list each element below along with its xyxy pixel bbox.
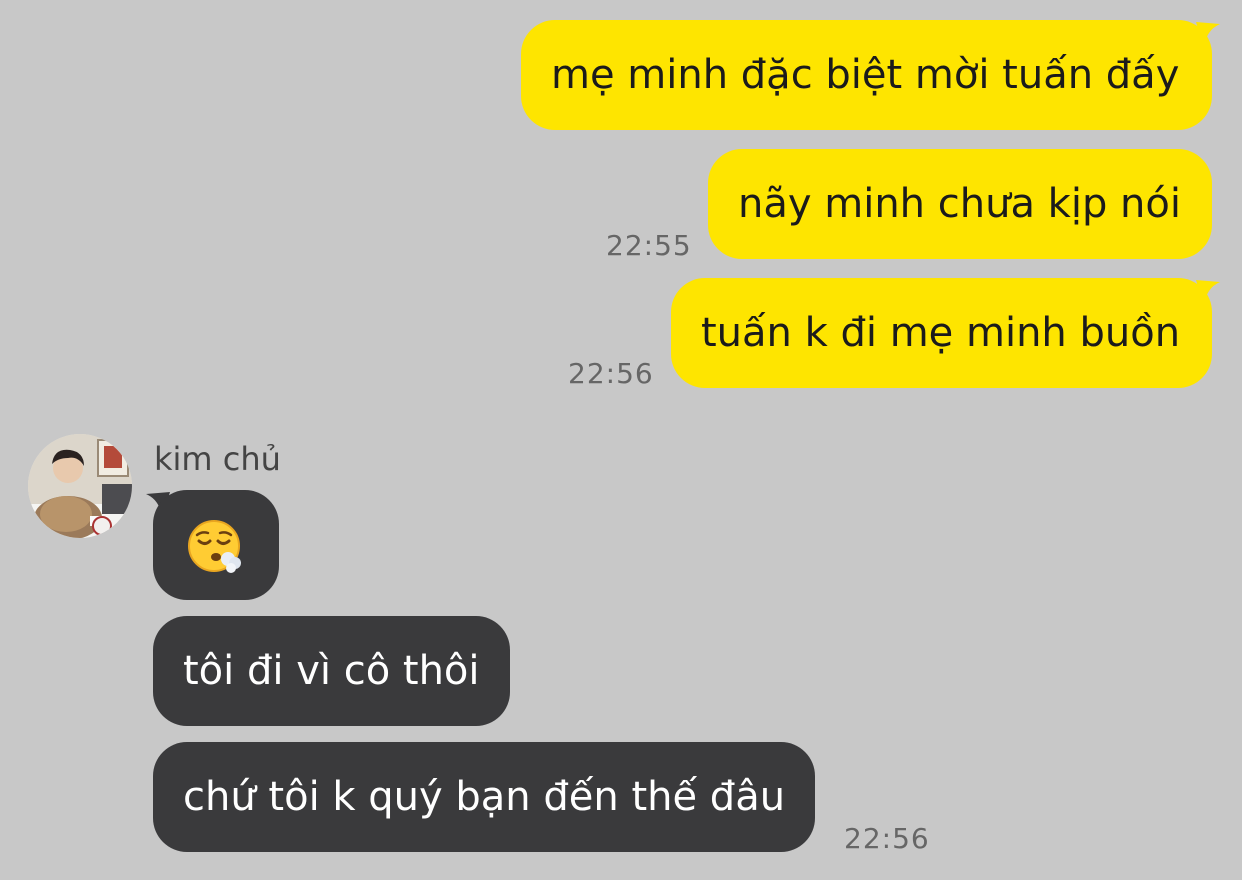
face-exhaling-emoji [188,520,241,573]
message-text: nãy minh chưa kịp nói [738,181,1181,227]
incoming-message[interactable]: chứ tôi k quý bạn đến thế đâu [153,742,816,852]
message-time: 22:56 [844,822,930,855]
incoming-message[interactable]: tôi đi vì cô thôi [153,616,510,726]
incoming-emoji-message[interactable] [153,490,279,600]
chat-thread: mẹ minh đặc biệt mời tuấn đấy nãy minh c… [0,0,1242,880]
outgoing-message[interactable]: mẹ minh đặc biệt mời tuấn đấy [521,20,1212,130]
message-text: tuấn k đi mẹ minh buồn [701,310,1181,356]
message-text: mẹ minh đặc biệt mời tuấn đấy [551,52,1180,98]
sender-name: kim chủ [154,440,281,478]
outgoing-message[interactable]: nãy minh chưa kịp nói [708,149,1212,259]
profile-photo-icon [28,434,132,538]
message-text: tôi đi vì cô thôi [183,648,480,694]
avatar[interactable] [28,434,132,538]
bubble-tail-icon [1196,280,1220,306]
message-time: 22:55 [606,229,692,262]
outgoing-message[interactable]: tuấn k đi mẹ minh buồn [671,278,1212,388]
message-text: chứ tôi k quý bạn đến thế đâu [183,774,786,820]
message-time: 22:56 [568,357,654,390]
bubble-tail-icon [1196,22,1220,48]
